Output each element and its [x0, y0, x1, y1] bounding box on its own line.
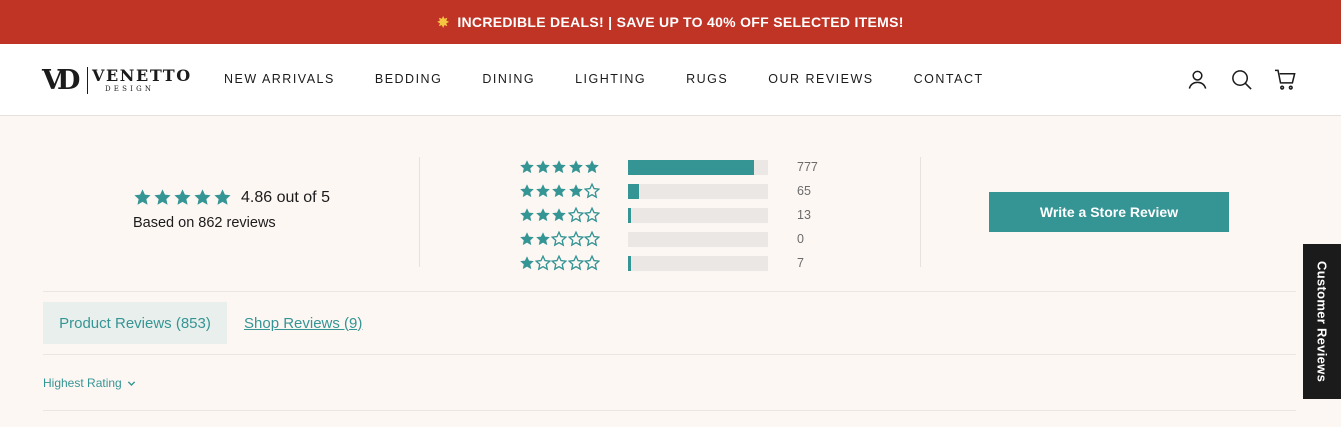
search-icon[interactable] [1230, 68, 1253, 91]
review-count-text: Based on 862 reviews [133, 215, 276, 231]
header-actions [1186, 68, 1297, 91]
star-icon [568, 183, 584, 199]
review-tabs: Product Reviews (853) Shop Reviews (9) [43, 302, 362, 344]
star-icon [583, 183, 600, 199]
histogram-bar-track [628, 160, 768, 175]
star-icon [193, 188, 212, 207]
star-icon [535, 183, 551, 199]
histogram-bar-track [628, 256, 768, 271]
customer-reviews-side-tab[interactable]: Customer Reviews [1303, 244, 1341, 399]
star-icon [519, 183, 535, 199]
star-icon [519, 231, 535, 247]
star-icon [583, 255, 600, 271]
star-icon [535, 255, 552, 271]
main-nav: NEW ARRIVALS BEDDING DINING LIGHTING RUG… [224, 72, 1024, 86]
rating-summary: 4.86 out of 5 Based on 862 reviews [133, 188, 330, 232]
side-tab-label: Customer Reviews [1314, 260, 1330, 383]
histogram-count: 0 [797, 232, 804, 246]
logo-divider [87, 67, 88, 94]
histogram-bar-fill [628, 160, 755, 175]
star-icon [567, 231, 584, 247]
cart-icon[interactable] [1274, 68, 1297, 91]
section-divider [43, 291, 1296, 292]
logo-wordmark: VENETTO [92, 66, 192, 85]
star-icon [567, 255, 584, 271]
histogram-count: 65 [797, 184, 811, 198]
histogram-count: 7 [797, 256, 804, 270]
star-icon [568, 159, 584, 175]
star-icon [153, 188, 172, 207]
summary-stars [133, 188, 233, 207]
star-icon [567, 207, 584, 223]
star-icon [173, 188, 192, 207]
nav-bedding[interactable]: BEDDING [375, 72, 442, 86]
histogram-divider [920, 157, 921, 267]
histogram-bar-track [628, 208, 768, 223]
histogram-stars [519, 231, 600, 247]
announcement-bar: ✸ INCREDIBLE DEALS! | SAVE UP TO 40% OFF… [0, 0, 1341, 44]
histogram-bar-fill [628, 208, 631, 223]
logo-monogram: VD [42, 65, 80, 96]
star-icon [535, 207, 551, 223]
histogram-stars [519, 255, 600, 271]
star-icon [584, 159, 600, 175]
site-header: VD VENETTO DESIGN NEW ARRIVALS BEDDING D… [0, 44, 1341, 116]
star-icon [551, 255, 568, 271]
histogram-stars [519, 207, 600, 223]
star-icon [551, 183, 567, 199]
histogram-count: 777 [797, 160, 818, 174]
star-icon [535, 231, 551, 247]
histogram-bar-fill [628, 256, 631, 271]
star-icon [519, 159, 535, 175]
write-store-review-button[interactable]: Write a Store Review [989, 192, 1229, 232]
star-icon [583, 231, 600, 247]
logo-subtitle: DESIGN [105, 85, 155, 93]
tab-shop-reviews[interactable]: Shop Reviews (9) [244, 315, 362, 332]
star-icon [133, 188, 152, 207]
chevron-down-icon [127, 379, 136, 388]
star-icon [519, 255, 535, 271]
summary-divider [419, 157, 420, 267]
star-icon [551, 231, 568, 247]
nav-our-reviews[interactable]: OUR REVIEWS [768, 72, 873, 86]
star-icon [213, 188, 232, 207]
nav-lighting[interactable]: LIGHTING [575, 72, 646, 86]
nav-rugs[interactable]: RUGS [686, 72, 728, 86]
site-logo[interactable]: VD VENETTO DESIGN [42, 64, 192, 98]
star-icon [551, 159, 567, 175]
star-icon [551, 207, 567, 223]
sort-divider [43, 410, 1296, 411]
star-icon [535, 159, 551, 175]
sparkle-icon: ✸ [437, 13, 450, 30]
sort-label: Highest Rating [43, 376, 122, 390]
average-rating-text: 4.86 out of 5 [241, 188, 330, 206]
sort-dropdown[interactable]: Highest Rating [43, 376, 136, 390]
nav-dining[interactable]: DINING [482, 72, 535, 86]
tab-product-reviews[interactable]: Product Reviews (853) [43, 302, 227, 344]
announcement-text: INCREDIBLE DEALS! | SAVE UP TO 40% OFF S… [457, 14, 904, 30]
star-icon [519, 207, 535, 223]
histogram-stars [519, 159, 600, 175]
histogram-bar-fill [628, 184, 639, 199]
nav-contact[interactable]: CONTACT [914, 72, 984, 86]
tabs-divider [43, 354, 1296, 355]
star-icon [583, 207, 600, 223]
histogram-count: 13 [797, 208, 811, 222]
nav-new-arrivals[interactable]: NEW ARRIVALS [224, 72, 335, 86]
account-icon[interactable] [1186, 68, 1209, 91]
histogram-bar-track [628, 232, 768, 247]
histogram-stars [519, 183, 600, 199]
histogram-bar-track [628, 184, 768, 199]
